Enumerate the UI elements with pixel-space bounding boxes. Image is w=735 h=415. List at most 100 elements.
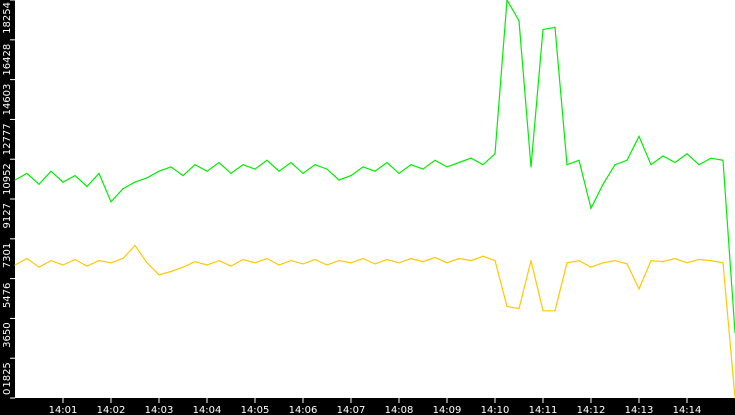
data-point-green bbox=[86, 185, 88, 188]
data-point-green bbox=[350, 175, 352, 177]
data-point-yellow bbox=[374, 263, 376, 265]
data-point-green bbox=[530, 166, 532, 168]
data-point-green bbox=[674, 161, 676, 164]
data-point-green bbox=[302, 172, 304, 175]
x-tick-label: 14:01 bbox=[49, 405, 78, 415]
data-point-green bbox=[110, 201, 112, 203]
data-point-green bbox=[254, 168, 256, 170]
data-point-yellow bbox=[158, 274, 160, 276]
data-point-yellow bbox=[722, 262, 724, 264]
x-tick-label: 14:14 bbox=[673, 405, 702, 415]
data-point-green bbox=[662, 155, 664, 157]
data-point-green bbox=[158, 170, 160, 172]
data-point-green bbox=[722, 159, 724, 161]
x-tick-label: 14:10 bbox=[481, 405, 510, 415]
data-point-green bbox=[218, 161, 220, 164]
data-point-yellow bbox=[494, 260, 496, 262]
data-point-green bbox=[290, 161, 292, 164]
y-tick-label: 1825 bbox=[2, 362, 13, 387]
data-point-green bbox=[26, 172, 28, 175]
y-tick-label: 7301 bbox=[2, 243, 13, 268]
data-point-yellow bbox=[650, 260, 652, 262]
data-point-green bbox=[374, 170, 376, 172]
data-point-green bbox=[458, 161, 460, 164]
data-point-yellow bbox=[530, 260, 532, 262]
data-point-yellow bbox=[170, 270, 172, 273]
y-tick-label: 3650 bbox=[2, 322, 13, 347]
data-point-yellow bbox=[206, 264, 208, 266]
data-point-yellow bbox=[134, 244, 136, 246]
data-point-green bbox=[422, 168, 424, 170]
data-point-yellow bbox=[314, 258, 316, 261]
data-point-green bbox=[38, 183, 40, 185]
data-point-yellow bbox=[338, 260, 340, 262]
data-point-yellow bbox=[38, 266, 40, 268]
data-point-yellow bbox=[626, 263, 628, 265]
data-point-green bbox=[698, 164, 700, 166]
data-point-yellow bbox=[122, 257, 124, 260]
data-point-green bbox=[614, 164, 616, 166]
data-point-green bbox=[482, 164, 484, 166]
data-point-green bbox=[554, 26, 556, 28]
data-point-yellow bbox=[290, 260, 292, 262]
data-point-green bbox=[470, 157, 472, 159]
data-point-green bbox=[122, 188, 124, 190]
data-point-yellow bbox=[110, 262, 112, 264]
data-point-green bbox=[62, 181, 64, 183]
data-point-green bbox=[314, 164, 316, 166]
data-point-yellow bbox=[602, 262, 604, 264]
data-point-green bbox=[686, 153, 688, 155]
data-point-yellow bbox=[182, 266, 184, 268]
data-point-green bbox=[386, 161, 388, 164]
data-point-yellow bbox=[554, 310, 556, 312]
data-point-green bbox=[266, 159, 268, 161]
y-tick-label: 9127 bbox=[2, 203, 13, 228]
data-point-yellow bbox=[446, 262, 448, 264]
data-point-green bbox=[362, 166, 364, 168]
data-point-green bbox=[338, 179, 340, 181]
data-point-green bbox=[626, 159, 628, 161]
data-point-yellow bbox=[242, 258, 244, 261]
x-tick-label: 14:05 bbox=[241, 405, 270, 415]
y-tick-label: 5476 bbox=[2, 283, 13, 308]
data-point-green bbox=[74, 175, 76, 177]
plot-area bbox=[15, 0, 735, 398]
data-point-yellow bbox=[230, 265, 232, 267]
data-point-yellow bbox=[410, 257, 412, 260]
data-point-green bbox=[98, 172, 100, 175]
x-tick-label: 14:04 bbox=[193, 405, 222, 415]
data-point-green bbox=[50, 170, 52, 172]
data-point-green bbox=[518, 20, 520, 22]
x-tick-label: 14:03 bbox=[145, 405, 174, 415]
data-point-green bbox=[14, 179, 16, 181]
data-point-yellow bbox=[458, 257, 460, 260]
data-point-yellow bbox=[86, 265, 88, 267]
data-point-yellow bbox=[278, 264, 280, 266]
data-point-yellow bbox=[686, 262, 688, 264]
data-point-yellow bbox=[146, 262, 148, 264]
data-point-yellow bbox=[74, 258, 76, 261]
data-point-green bbox=[242, 164, 244, 166]
x-tick-label: 14:13 bbox=[625, 405, 654, 415]
data-point-green bbox=[638, 135, 640, 137]
y-tick-label: 0 bbox=[2, 389, 13, 395]
data-point-yellow bbox=[350, 262, 352, 264]
y-tick-label: 12777 bbox=[2, 123, 13, 155]
data-point-green bbox=[410, 164, 412, 166]
data-point-yellow bbox=[674, 257, 676, 260]
x-tick-label: 14:11 bbox=[529, 405, 558, 415]
y-tick-label: 18254 bbox=[2, 2, 13, 34]
x-tick-label: 14:02 bbox=[97, 405, 126, 415]
data-point-yellow bbox=[194, 261, 196, 263]
x-tick-label: 14:12 bbox=[577, 405, 606, 415]
y-tick-label: 10952 bbox=[2, 163, 13, 195]
data-point-yellow bbox=[218, 260, 220, 262]
data-point-green bbox=[650, 164, 652, 166]
data-point-green bbox=[446, 166, 448, 168]
data-point-yellow bbox=[98, 260, 100, 262]
data-point-yellow bbox=[14, 264, 16, 266]
data-point-green bbox=[494, 153, 496, 155]
data-point-green bbox=[566, 164, 568, 166]
data-point-yellow bbox=[326, 264, 328, 266]
data-point-green bbox=[278, 170, 280, 172]
